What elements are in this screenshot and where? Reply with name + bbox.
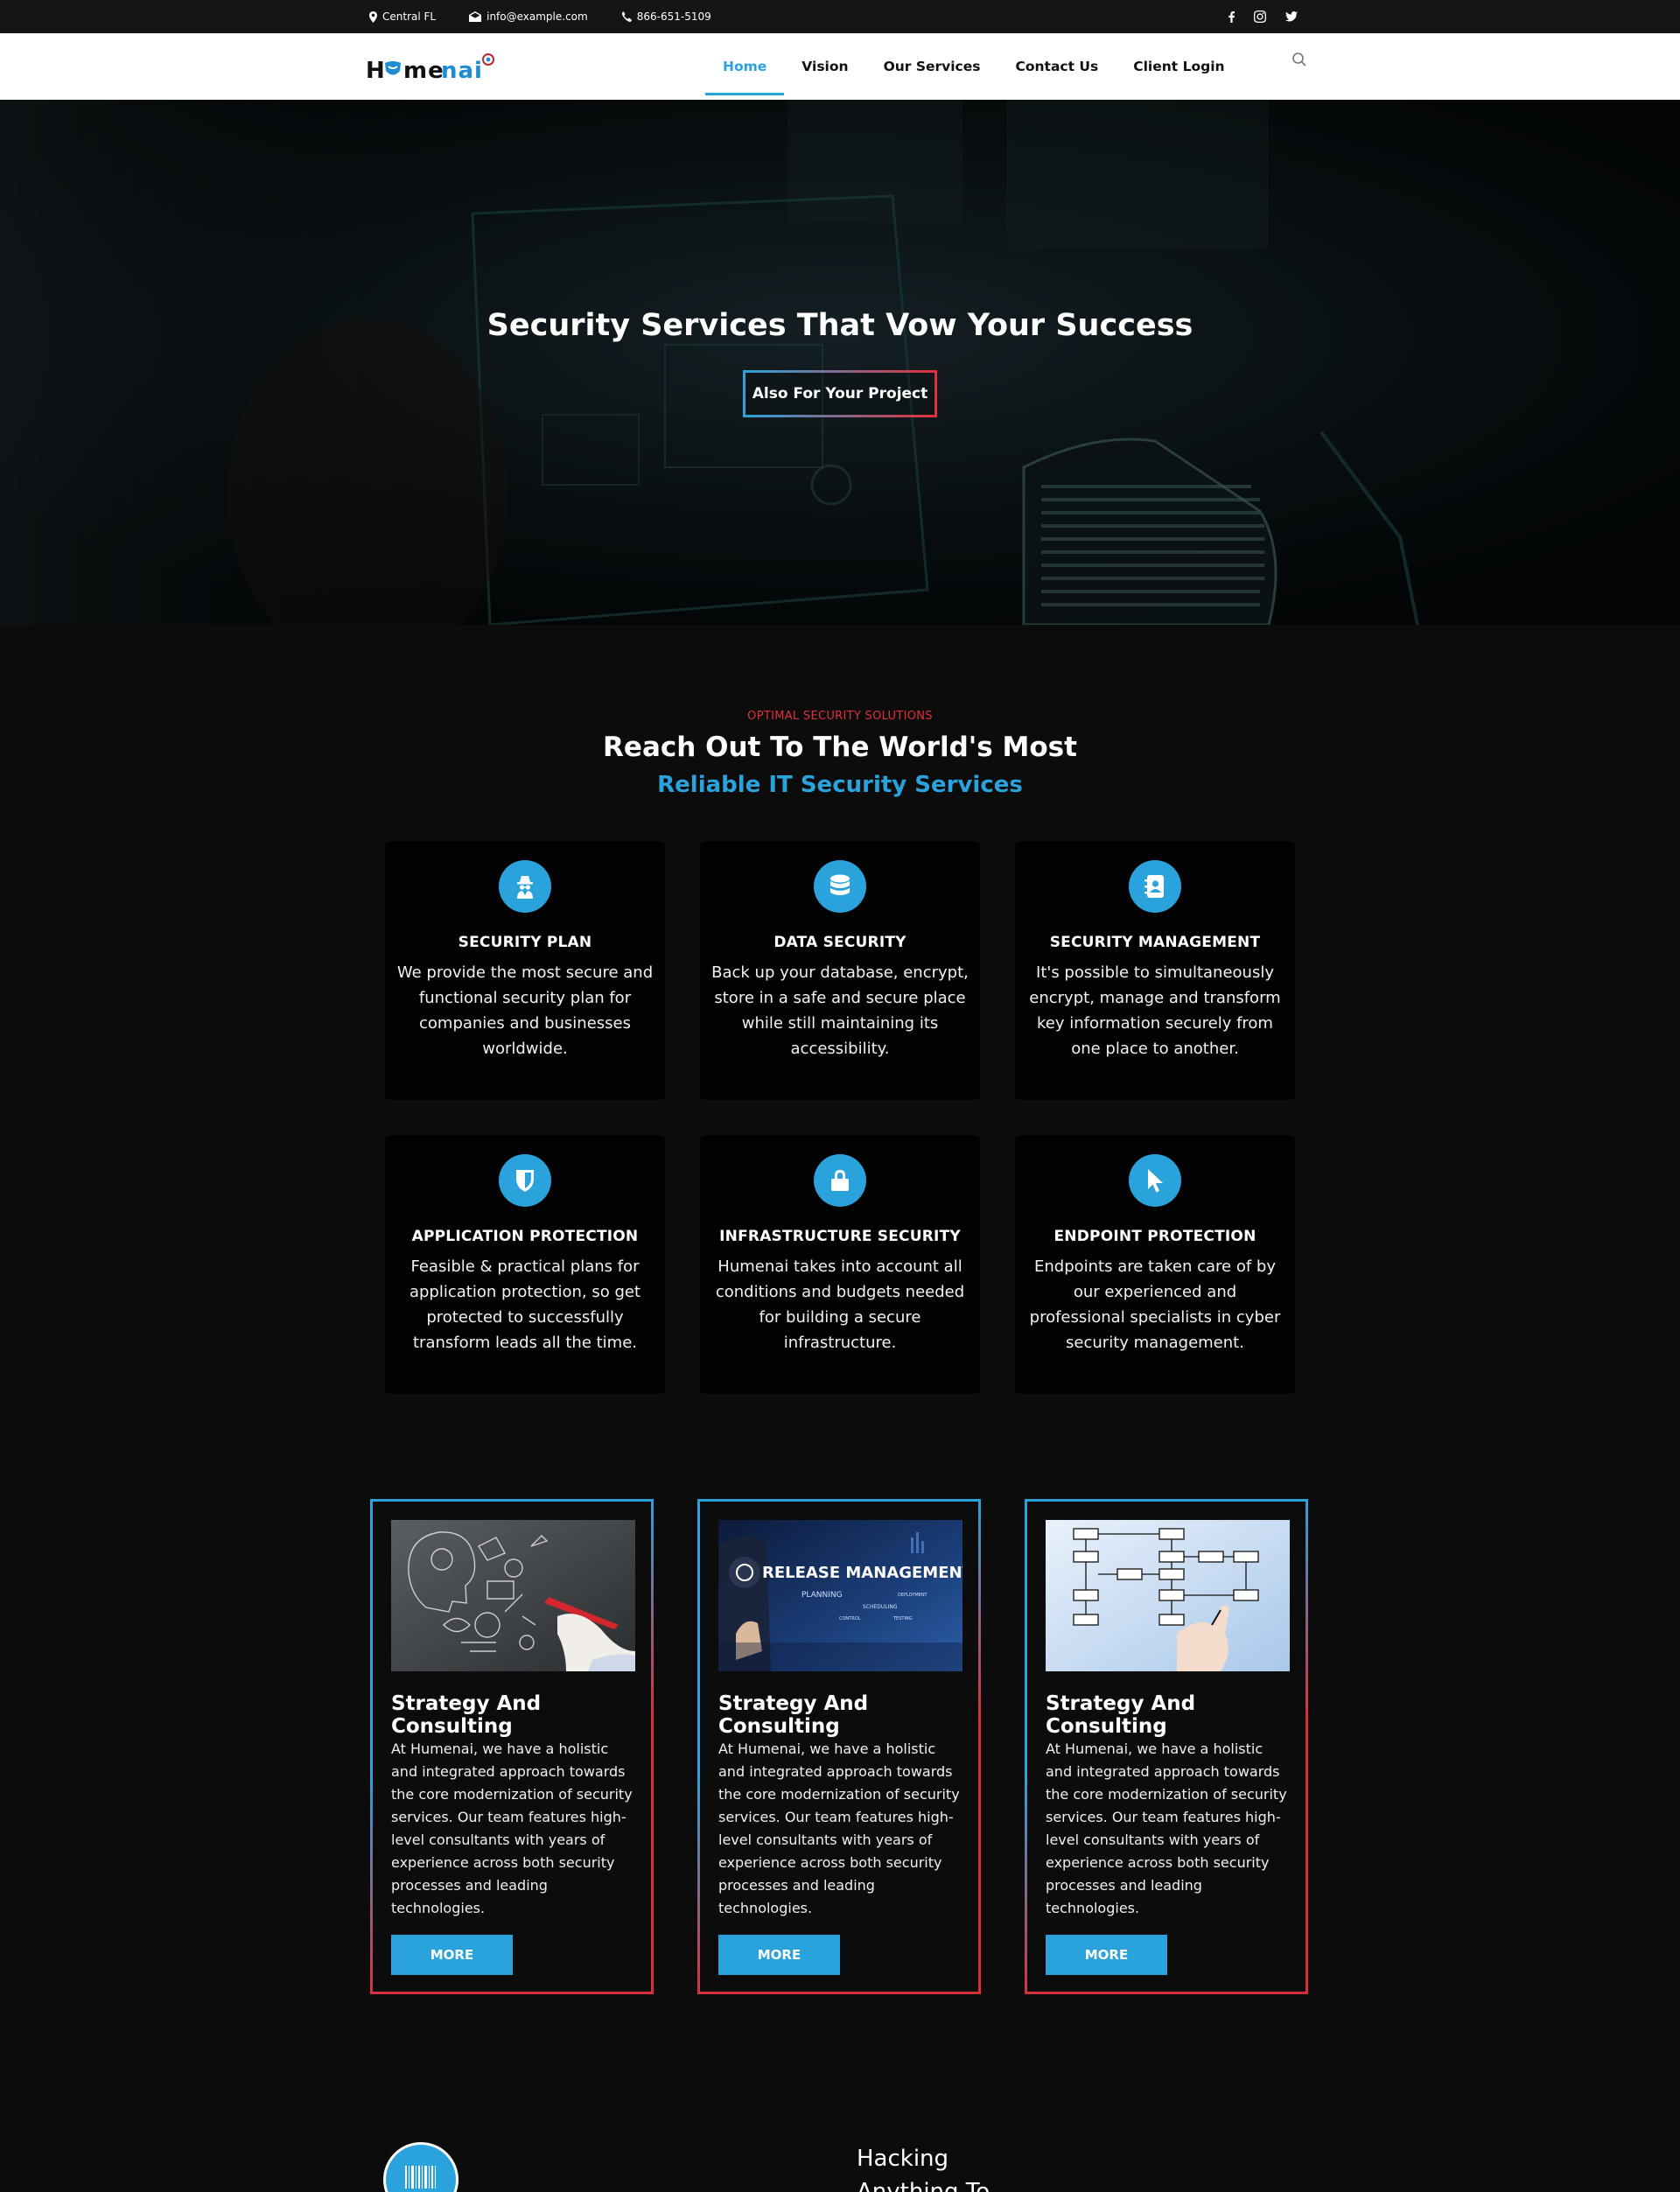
- card-image-label: SCHEDULING: [863, 1604, 898, 1610]
- nav-home[interactable]: Home: [705, 33, 785, 100]
- next-section-title: Hacking Anything To: [857, 2142, 1032, 2192]
- section-subtitle: Reliable IT Security Services: [657, 772, 1023, 798]
- nav-client-login[interactable]: Client Login: [1116, 33, 1242, 100]
- card-image: [391, 1520, 635, 1671]
- card-image-label: DEPLOYMENT: [898, 1593, 928, 1598]
- service-card: SECURITY MANAGEMENT It's possible to sim…: [1015, 841, 1295, 1100]
- nav-contact-us[interactable]: Contact Us: [998, 33, 1116, 100]
- hero-title: Security Services That Vow Your Success: [486, 308, 1194, 343]
- service-text: Endpoints are taken care of by our exper…: [1029, 1257, 1281, 1352]
- hero-banner: Security Services That Vow Your Success …: [0, 100, 1680, 625]
- service-text: Humenai takes into account all condition…: [715, 1257, 965, 1352]
- database-icon: [814, 860, 866, 913]
- top-bar: Central FL info@example.com 866-651-5109: [0, 0, 1680, 33]
- phone-info[interactable]: 866-651-5109: [621, 11, 711, 23]
- more-button[interactable]: MORE: [718, 1935, 840, 1975]
- service-title: SECURITY MANAGEMENT: [1049, 934, 1261, 951]
- email-info[interactable]: info@example.com: [469, 11, 588, 23]
- card-title: Strategy And Consulting: [1046, 1692, 1196, 1738]
- svg-text:H: H: [366, 58, 386, 82]
- hero-cta-button[interactable]: Also For Your Project: [743, 370, 937, 417]
- search-icon[interactable]: [1292, 52, 1307, 67]
- strategy-card: Strategy And Consulting At Humenai, we h…: [1025, 1499, 1308, 1994]
- service-title: SECURITY PLAN: [458, 934, 592, 951]
- address-book-icon: [1129, 860, 1181, 913]
- service-text: We provide the most secure and functiona…: [396, 963, 654, 1058]
- phone-link[interactable]: 866-651-5109: [637, 11, 711, 23]
- card-title: Strategy And Consulting: [718, 1692, 869, 1738]
- nav-our-services[interactable]: Our Services: [866, 33, 998, 100]
- next-section-title-line: Hacking: [857, 2146, 949, 2172]
- card-text: At Humenai, we have a holistic and integ…: [1046, 1740, 1287, 1916]
- card-text: At Humenai, we have a holistic and integ…: [718, 1740, 960, 1916]
- card-image: [1046, 1520, 1290, 1671]
- more-button[interactable]: MORE: [391, 1935, 513, 1975]
- service-card: INFRASTRUCTURE SECURITY Humenai takes in…: [700, 1135, 980, 1394]
- card-text: At Humenai, we have a holistic and integ…: [391, 1740, 633, 1916]
- section-title: Reach Out To The World's Most: [603, 732, 1077, 763]
- service-card: APPLICATION PROTECTION Feasible & practi…: [385, 1135, 665, 1394]
- next-section-title-line: Anything To: [857, 2179, 990, 2192]
- hero-background-image: [0, 100, 1680, 625]
- card-image-label: TESTING: [892, 1616, 913, 1621]
- card-image-label: CONTROL: [839, 1616, 861, 1621]
- shield-icon: [499, 1154, 551, 1207]
- service-text: Feasible & practical plans for applicati…: [409, 1257, 641, 1352]
- strategy-card: RELEASE MANAGEMENT PLANNING DEPLOYMENT S…: [697, 1499, 981, 1994]
- svg-text:me: me: [403, 58, 444, 82]
- envelope-open-icon: [469, 11, 482, 22]
- nav-vision[interactable]: Vision: [784, 33, 865, 100]
- service-text: It's possible to simultaneously encrypt,…: [1029, 963, 1281, 1058]
- service-card: ENDPOINT PROTECTION Endpoints are taken …: [1015, 1135, 1295, 1394]
- card-image-title: RELEASE MANAGEMENT: [762, 1564, 962, 1582]
- facebook-icon[interactable]: [1228, 11, 1235, 23]
- location-text: Central FL: [382, 11, 437, 23]
- service-title: DATA SECURITY: [774, 934, 906, 951]
- humenai-logo[interactable]: H me nai: [366, 51, 501, 82]
- service-card: SECURITY PLAN We provide the most secure…: [385, 841, 665, 1100]
- main-nav: Home Vision Our Services Contact Us Clie…: [705, 33, 1242, 100]
- map-pin-icon: [369, 11, 377, 23]
- location-info: Central FL: [369, 11, 436, 23]
- card-image: RELEASE MANAGEMENT PLANNING DEPLOYMENT S…: [718, 1520, 962, 1671]
- card-image-label: PLANNING: [802, 1591, 843, 1600]
- service-title: APPLICATION PROTECTION: [411, 1228, 639, 1245]
- service-title: INFRASTRUCTURE SECURITY: [719, 1228, 961, 1245]
- lock-icon: [814, 1154, 866, 1207]
- card-title: Strategy And Consulting: [391, 1692, 542, 1738]
- barcode-icon: [383, 2142, 458, 2192]
- svg-text:nai: nai: [441, 58, 483, 82]
- section-eyebrow: OPTIMAL SECURITY SOLUTIONS: [747, 710, 933, 723]
- service-text: Back up your database, encrypt, store in…: [711, 963, 969, 1058]
- phone-icon: [621, 11, 632, 22]
- service-title: ENDPOINT PROTECTION: [1054, 1228, 1256, 1245]
- instagram-icon[interactable]: [1254, 11, 1266, 23]
- cursor-icon: [1129, 1154, 1181, 1207]
- email-link[interactable]: info@example.com: [486, 11, 588, 23]
- main-header: H me nai Home Vision Our Services Contac…: [0, 33, 1680, 100]
- more-button[interactable]: MORE: [1046, 1935, 1167, 1975]
- service-card: DATA SECURITY Back up your database, enc…: [700, 841, 980, 1100]
- strategy-card: Strategy And Consulting At Humenai, we h…: [370, 1499, 654, 1994]
- twitter-icon[interactable]: [1285, 11, 1298, 22]
- spy-icon: [499, 860, 551, 913]
